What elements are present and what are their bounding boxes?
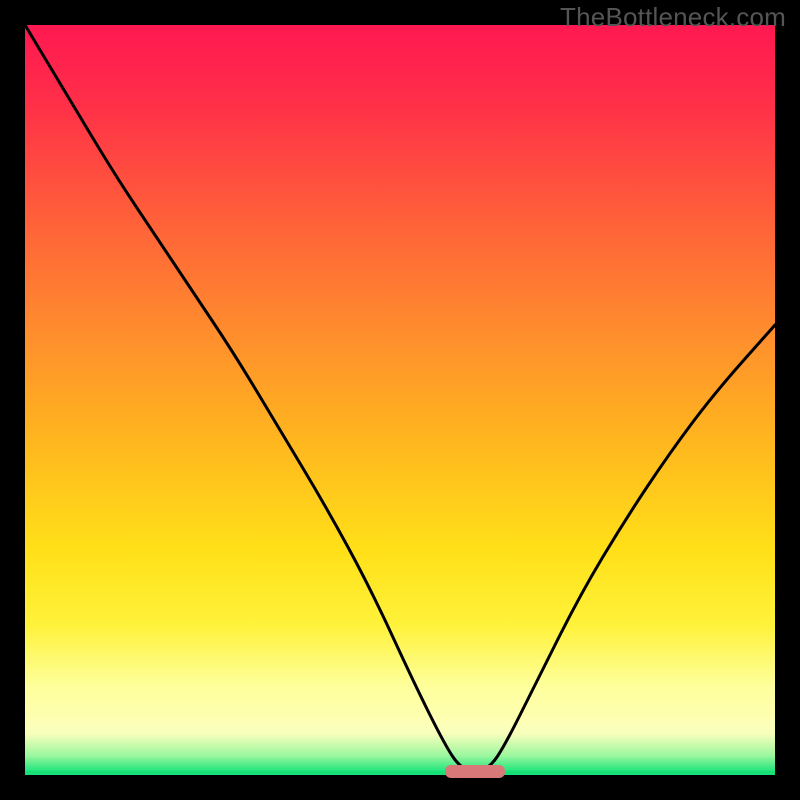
optimal-point-marker	[445, 765, 505, 778]
watermark-text: TheBottleneck.com	[560, 2, 786, 33]
plot-area	[25, 25, 775, 775]
bottleneck-curve	[25, 25, 775, 775]
chart-container: TheBottleneck.com	[0, 0, 800, 800]
